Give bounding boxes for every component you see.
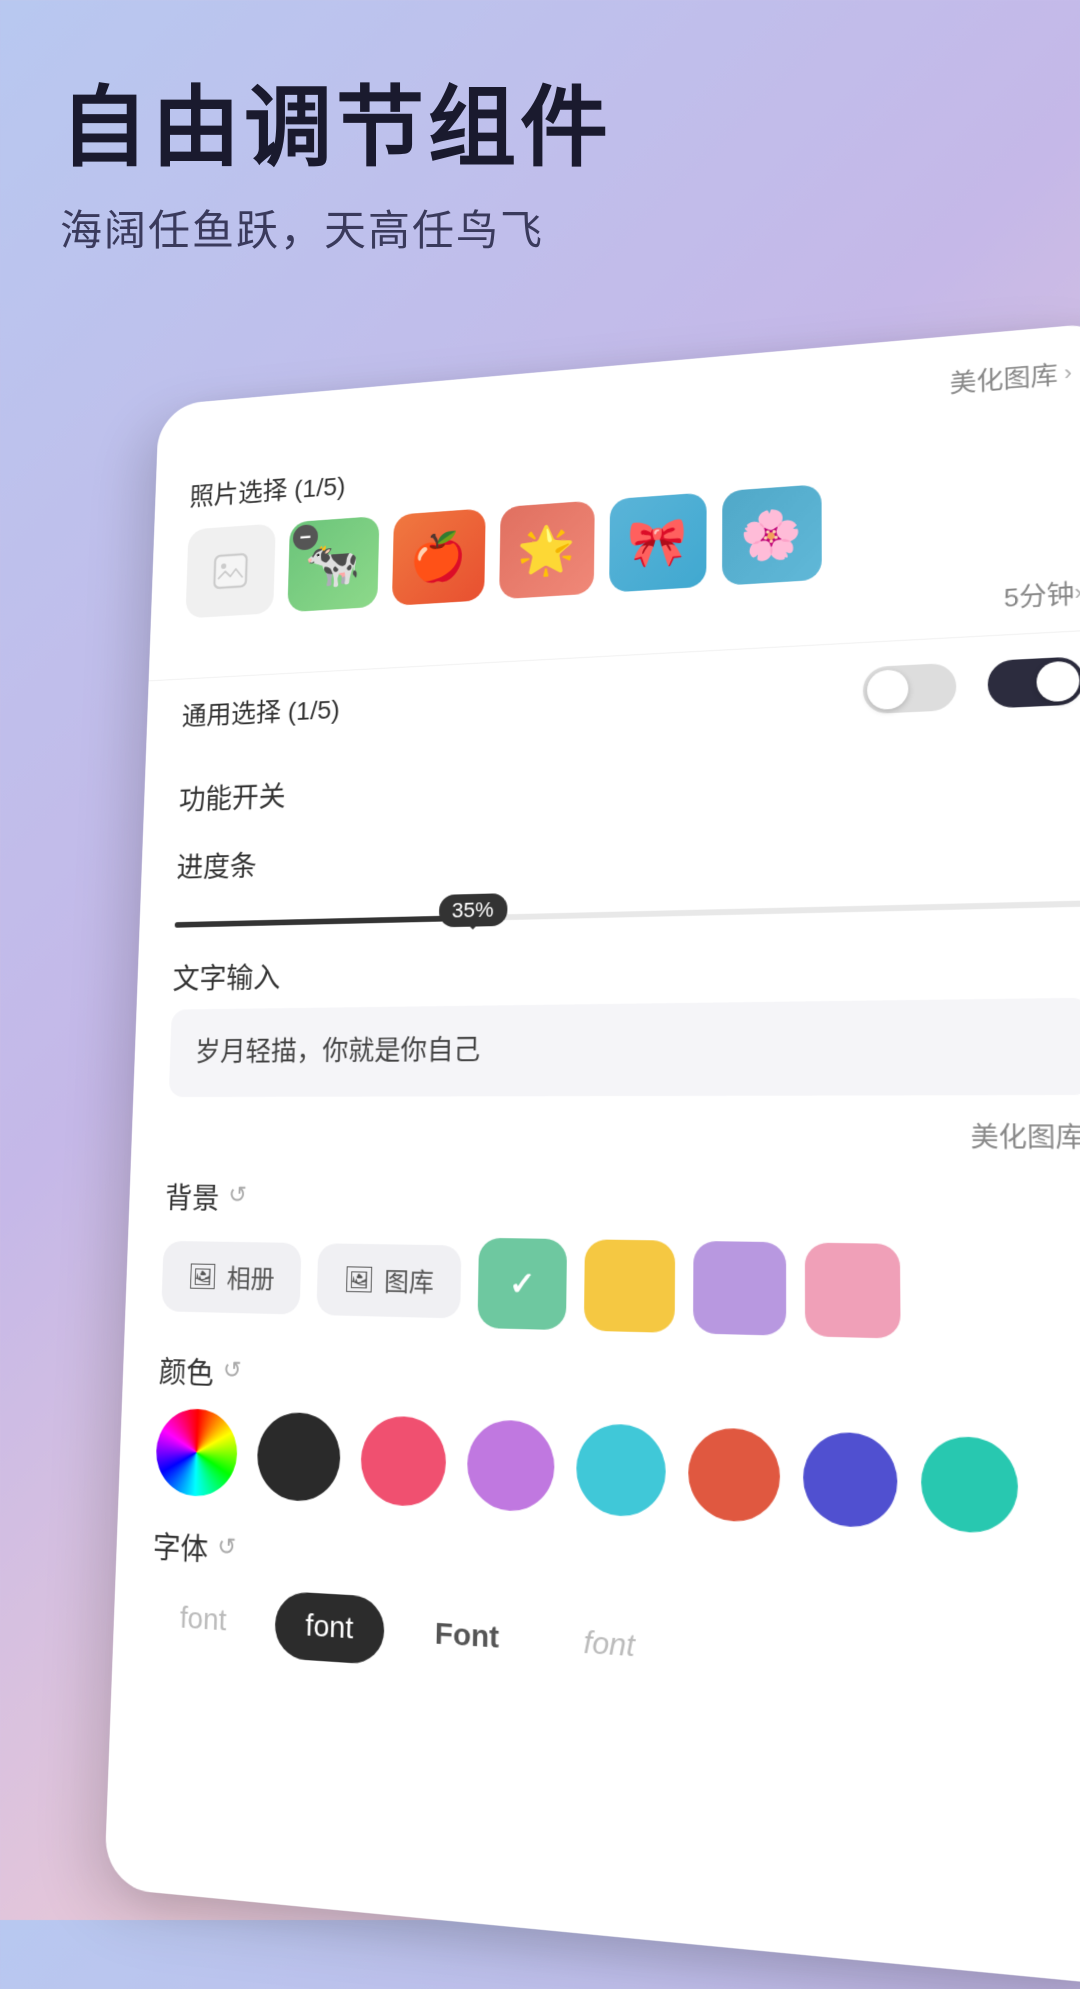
toggle-row (863, 656, 1080, 714)
chevron-right-icon: › (1074, 579, 1080, 605)
photo-thumb-2[interactable]: 🍎 (392, 508, 486, 606)
hero-subtitle: 海阔任鱼跃，天高任鸟飞 (60, 197, 1020, 258)
phone-card: 美化图库 › 照片选择 (1/5) − 🐄 🍎 🌟 🎀 (104, 321, 1080, 1988)
hero-section: 自由调节组件 海阔任鱼跃，天高任鸟飞 (60, 80, 1020, 258)
font-section: 字体 ↺ font font Font font (149, 1522, 1080, 1713)
swatch-purple[interactable] (693, 1241, 786, 1336)
color-section: 颜色 ↺ (155, 1347, 1080, 1538)
reset-icon[interactable]: ↺ (228, 1181, 247, 1209)
progress-label: 进度条 (176, 815, 1080, 886)
color-pink[interactable] (360, 1415, 447, 1508)
thumb-figure-4: 🎀 (609, 492, 707, 592)
background-section: 背景 ↺ 🖼 相册 🖼 图库 ✓ (161, 1174, 1080, 1344)
thumb-figure-3: 🌟 (499, 500, 595, 599)
bg-label: 背景 (165, 1174, 220, 1217)
progress-section: 进度条 35% (175, 815, 1080, 928)
swatch-yellow[interactable] (584, 1239, 675, 1333)
beauty-link-2[interactable]: 美化图库 › (167, 1116, 1080, 1155)
generic-title: 通用选择 (1/5) (181, 689, 340, 733)
album-icon: 🖼 (187, 1262, 218, 1293)
toggle-knob-off (867, 669, 909, 710)
thumb-figure-5: 🌸 (722, 484, 822, 586)
photo-thumb-4[interactable]: 🎀 (609, 492, 707, 592)
progress-track[interactable]: 35% (175, 900, 1080, 927)
photo-add-button[interactable] (185, 523, 275, 618)
chevron-right-icon: › (1064, 360, 1072, 386)
thumb-figure-2: 🍎 (392, 508, 486, 606)
font-label: 字体 (152, 1522, 209, 1569)
font-option-3[interactable]: Font (403, 1598, 532, 1675)
swatch-pink[interactable] (805, 1242, 901, 1338)
bg-section-header: 背景 ↺ (165, 1174, 1080, 1228)
font-option-4[interactable]: font (551, 1607, 668, 1684)
font-option-1[interactable]: font (149, 1583, 257, 1656)
color-reset-icon[interactable]: ↺ (223, 1356, 242, 1385)
color-indigo[interactable] (803, 1431, 898, 1529)
progress-fill (175, 915, 473, 928)
color-cyan[interactable] (576, 1423, 666, 1518)
toggle-off[interactable] (863, 663, 957, 715)
text-input-box[interactable]: 岁月轻描，你就是你自己 (169, 998, 1080, 1097)
photo-thumb-1[interactable]: − 🐄 (287, 516, 379, 612)
album-button[interactable]: 🖼 相册 (161, 1241, 301, 1315)
color-options (155, 1407, 1080, 1538)
color-section-header: 颜色 ↺ (158, 1347, 1080, 1422)
color-label: 颜色 (158, 1347, 214, 1392)
color-teal[interactable] (921, 1435, 1019, 1534)
feature-toggle-label: 功能开关 (178, 740, 1080, 818)
color-wheel[interactable] (155, 1407, 238, 1497)
photo-thumb-3[interactable]: 🌟 (499, 500, 595, 599)
hero-title: 自由调节组件 (60, 80, 1020, 177)
gallery-icon: 🖼 (343, 1265, 375, 1296)
text-input-section: 文字输入 岁月轻描，你就是你自己 (169, 938, 1080, 1097)
toggle-on[interactable] (987, 656, 1080, 708)
text-input-label: 文字输入 (172, 938, 1080, 997)
gallery-button[interactable]: 🖼 图库 (316, 1244, 461, 1319)
color-orange[interactable] (688, 1427, 780, 1524)
check-mark: ✓ (509, 1264, 536, 1303)
color-purple[interactable] (467, 1419, 555, 1513)
generic-section: 通用选择 (1/5) (181, 651, 1080, 750)
bg-options: 🖼 相册 🖼 图库 ✓ (161, 1233, 1080, 1343)
font-option-2[interactable]: font (274, 1591, 385, 1665)
progress-thumb: 35% (438, 893, 507, 927)
color-black[interactable] (256, 1411, 341, 1503)
swatch-green[interactable]: ✓ (478, 1238, 568, 1330)
toggle-knob-on (1036, 660, 1080, 702)
photo-thumb-5[interactable]: 🌸 (722, 484, 822, 586)
font-reset-icon[interactable]: ↺ (217, 1532, 237, 1562)
